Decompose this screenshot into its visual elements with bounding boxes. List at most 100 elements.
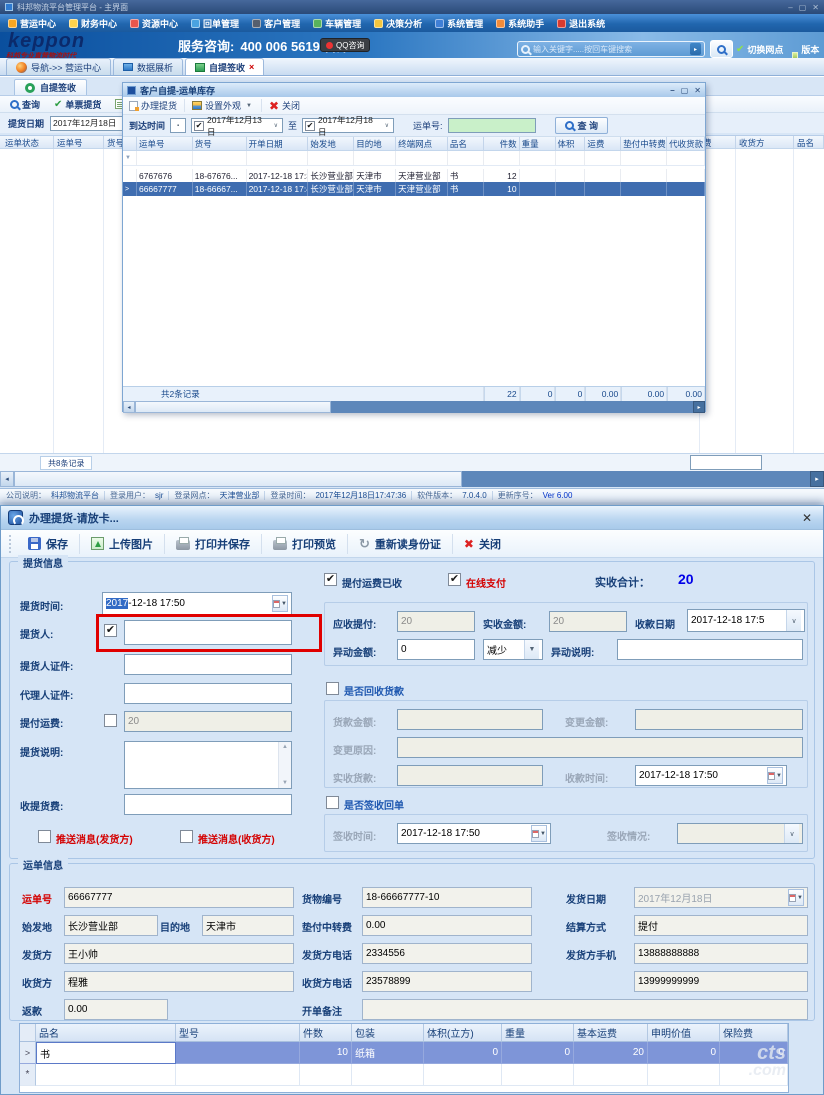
sender-input[interactable]: 王小帅 xyxy=(64,943,294,964)
change-note-input[interactable] xyxy=(617,639,803,660)
menu-item-assistant[interactable]: 系统助手 xyxy=(496,17,544,30)
close-icon[interactable]: ✕ xyxy=(798,511,816,525)
upload-image-button[interactable]: 上传图片 xyxy=(80,536,164,552)
scroll-up-icon[interactable]: ▲ xyxy=(282,744,288,750)
pickup-time-input[interactable]: 2017 -12-18 17:50 ▼ xyxy=(102,592,292,615)
menu-item-receipts[interactable]: 回单管理 xyxy=(191,17,239,30)
tab-data-panel[interactable]: 数据展析 xyxy=(113,58,183,75)
col-receiver[interactable]: 收货方 xyxy=(736,136,794,149)
qq-consult-button[interactable]: QQ咨询 xyxy=(320,38,370,52)
receiver-tel-input[interactable]: 23578899 xyxy=(362,971,532,992)
menu-item-system[interactable]: 系统管理 xyxy=(435,17,483,30)
appearance-button[interactable]: 设置外观▼ xyxy=(192,99,254,112)
advance-input[interactable]: 0.00 xyxy=(362,915,532,936)
col-header[interactable]: 保险费 xyxy=(720,1024,788,1042)
menu-item-operations[interactable]: 营运中心 xyxy=(8,17,56,30)
close-icon[interactable]: ✕ xyxy=(812,3,819,12)
field-selector[interactable]: ▪ xyxy=(170,118,186,133)
agent-id-input[interactable] xyxy=(124,683,292,704)
col-header[interactable]: 开单日期 xyxy=(247,137,309,150)
receiver-input[interactable]: 程雅 xyxy=(64,971,294,992)
remark-input[interactable] xyxy=(362,999,808,1020)
waybill-no-input[interactable]: 66667777 xyxy=(64,887,294,908)
minimize-icon[interactable]: – xyxy=(670,86,674,95)
datepicker-icon[interactable]: ▼ xyxy=(788,889,804,906)
scrollbar-track[interactable] xyxy=(462,471,810,487)
person-id-input[interactable] xyxy=(124,654,292,675)
checkbox-checked[interactable]: ✔ xyxy=(194,121,204,131)
col-header[interactable]: 代收货款 xyxy=(667,137,705,150)
search-dropdown-icon[interactable]: ▸ xyxy=(690,43,701,55)
freight-received-checkbox[interactable]: ✔ xyxy=(324,573,337,586)
menu-item-analysis[interactable]: 决策分析 xyxy=(374,17,422,30)
tab-self-pickup-sign[interactable]: 自提签收 × xyxy=(185,58,264,75)
close-dialog-button[interactable]: ✖关闭 xyxy=(453,536,512,552)
textarea-scrollbar[interactable]: ▲ ▼ xyxy=(278,742,291,788)
col-header[interactable]: 申明价值 xyxy=(648,1024,720,1042)
tab-close-icon[interactable]: × xyxy=(249,62,254,72)
tab-nav-operations[interactable]: 导航->> 营运中心 xyxy=(6,58,111,75)
sign-time-input[interactable]: 2017-12-18 17:50 ▼ xyxy=(397,823,551,844)
goods-row-selected[interactable]: > 书 10 纸箱 0 0 20 0 0 xyxy=(20,1042,788,1064)
col-header[interactable]: 货号 xyxy=(193,137,247,150)
chevron-down-icon[interactable]: ∨ xyxy=(786,610,801,631)
col-waybill-no[interactable]: 运单号 xyxy=(54,136,104,149)
waybill-row[interactable]: 6767676 18-67676... 2017-12-18 17:37... … xyxy=(123,169,705,182)
menu-item-finance[interactable]: 财务中心 xyxy=(69,17,117,30)
push-receiver-checkbox[interactable] xyxy=(180,830,193,843)
recover-goods-checkbox[interactable] xyxy=(326,682,339,695)
inner-window-titlebar[interactable]: 客户自提-运单库存 – ▢ ✕ xyxy=(123,83,705,97)
dialog-titlebar[interactable]: 办理提货-请放卡... ✕ xyxy=(1,506,823,530)
cell-name[interactable]: 书 xyxy=(36,1042,176,1064)
minimize-icon[interactable]: – xyxy=(788,3,792,12)
print-save-button[interactable]: 打印并保存 xyxy=(165,536,261,552)
waybill-row-selected[interactable]: > 66667777 18-66667... 2017-12-18 17:47.… xyxy=(123,182,705,196)
col-goods-name[interactable]: 品名 xyxy=(794,136,824,149)
online-pay-checkbox[interactable]: ✔ xyxy=(448,573,461,586)
checkbox-checked[interactable]: ✔ xyxy=(305,121,315,131)
save-button[interactable]: 保存 xyxy=(17,536,79,552)
pay-freight-checkbox[interactable] xyxy=(104,714,117,727)
close-window-button[interactable]: ✖关闭 xyxy=(269,99,300,112)
col-header[interactable]: 品名 xyxy=(36,1024,176,1042)
scrollbar-thumb[interactable] xyxy=(14,471,462,487)
menu-item-exit[interactable]: 退出系统 xyxy=(557,17,605,30)
inner-grid-filter-row[interactable]: ▼ xyxy=(123,151,705,166)
col-header[interactable]: 重量 xyxy=(502,1024,574,1042)
page-tab-self-pickup[interactable]: 自提签收 xyxy=(14,79,87,95)
search-input[interactable] xyxy=(533,45,687,54)
col-header[interactable]: 基本运费 xyxy=(574,1024,648,1042)
query-button[interactable]: 查询 xyxy=(10,98,40,111)
col-header[interactable]: 包装 xyxy=(352,1024,424,1042)
col-header[interactable]: 终端网点 xyxy=(396,137,448,150)
col-header[interactable]: 件数 xyxy=(300,1024,352,1042)
pickup-note-textarea[interactable]: ▲ ▼ xyxy=(124,741,292,789)
print-preview-button[interactable]: 打印预览 xyxy=(262,536,347,552)
sender-tel-input[interactable]: 2334556 xyxy=(362,943,532,964)
col-header[interactable]: 运单号 xyxy=(137,137,193,150)
scrollbar-track[interactable] xyxy=(331,401,693,413)
receipt-date-combo[interactable]: 2017-12-18 17:5 ∨ xyxy=(687,609,805,632)
origin-input[interactable]: 长沙营业部 xyxy=(64,915,158,936)
handle-pickup-button[interactable]: 办理提货 xyxy=(129,99,177,112)
pickup-fee-input[interactable] xyxy=(124,794,292,815)
scroll-right-icon[interactable]: ▸ xyxy=(810,471,824,487)
col-header[interactable]: 品名 xyxy=(448,137,484,150)
chevron-down-icon[interactable]: ▼ xyxy=(524,640,539,659)
scrollbar-thumb[interactable] xyxy=(135,401,331,413)
menu-item-customers[interactable]: 客户管理 xyxy=(252,17,300,30)
scroll-right-icon[interactable]: ▸ xyxy=(693,401,705,413)
waybill-no-input[interactable] xyxy=(448,118,536,133)
horizontal-scrollbar[interactable]: ◂ ▸ xyxy=(0,471,824,487)
push-sender-checkbox[interactable] xyxy=(38,830,51,843)
menu-item-resources[interactable]: 资源中心 xyxy=(130,17,178,30)
goods-row-new[interactable]: * xyxy=(20,1064,788,1086)
col-header[interactable]: 重量 xyxy=(520,137,556,150)
col-header[interactable]: 体积(立方) xyxy=(424,1024,502,1042)
sender-mobile-input[interactable]: 13888888888 xyxy=(634,943,808,964)
receiver-mobile-input[interactable]: 13999999999 xyxy=(634,971,808,992)
receipt-time-input[interactable]: 2017-12-18 17:50 ▼ xyxy=(635,765,787,786)
refund-input[interactable]: 0.00 xyxy=(64,999,168,1020)
maximize-icon[interactable]: ▢ xyxy=(681,86,689,95)
scroll-left-icon[interactable]: ◂ xyxy=(0,471,14,487)
